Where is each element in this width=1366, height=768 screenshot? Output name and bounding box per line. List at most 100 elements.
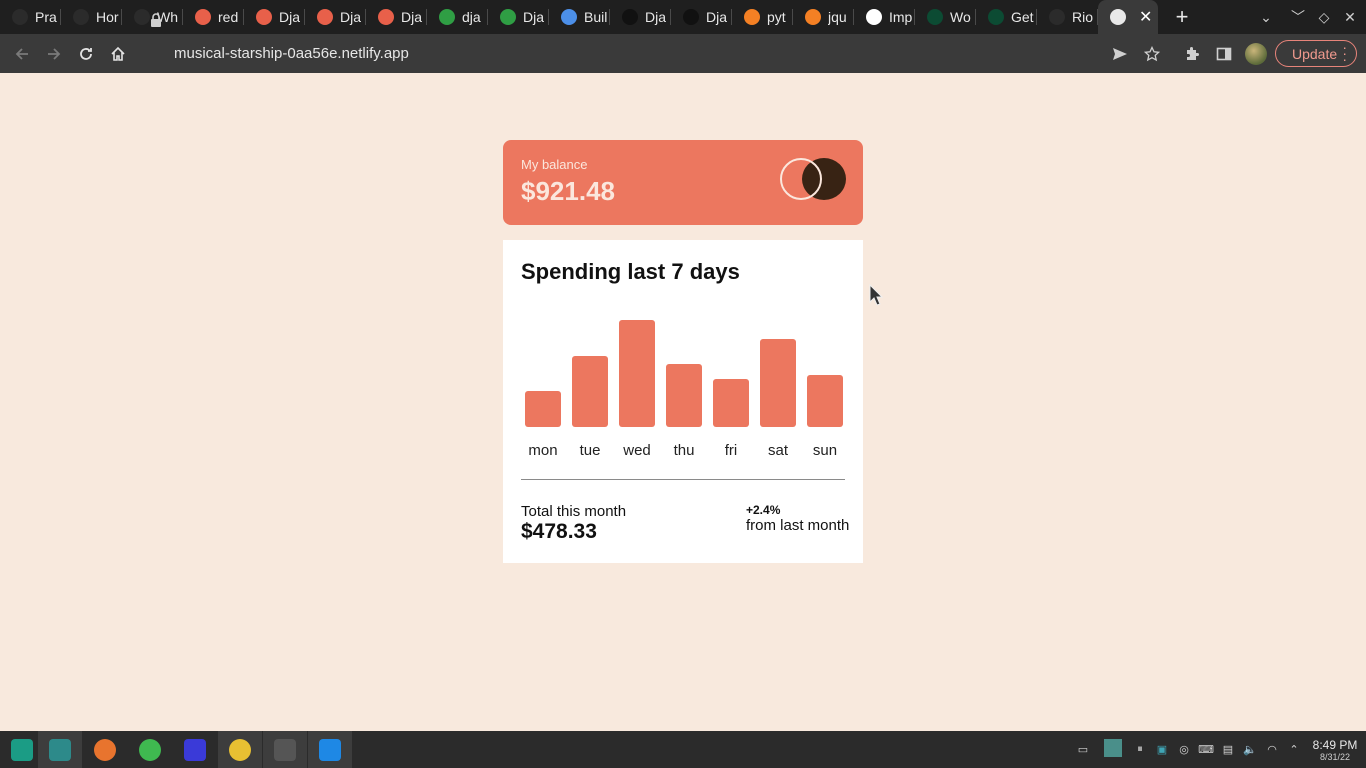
close-tab-icon[interactable]: ✕	[1139, 7, 1152, 27]
taskbar-app[interactable]	[308, 731, 352, 768]
taskbar-app[interactable]	[128, 731, 172, 768]
tray-screen-icon[interactable]: ▭	[1076, 742, 1090, 756]
browser-tab[interactable]: Hor	[61, 0, 122, 34]
bar-fri[interactable]	[713, 379, 749, 427]
back-button[interactable]	[6, 34, 38, 73]
tray-clipboard-icon[interactable]: ▤	[1221, 742, 1235, 756]
balance-value: $921.48	[521, 176, 615, 206]
bar-sun[interactable]	[807, 375, 843, 427]
browser-tab-label: Dja	[523, 9, 545, 25]
bar-label-wed: wed	[623, 442, 651, 459]
browser-tab-label: jqu	[828, 9, 847, 25]
bar-label-mon: mon	[528, 442, 558, 459]
tray-pause-icon[interactable]: ⏸	[1133, 742, 1147, 756]
bar-label-tue: tue	[579, 442, 601, 459]
folder-icon	[378, 9, 394, 25]
bar-wed[interactable]	[619, 320, 655, 427]
new-tab-button[interactable]: +	[1162, 0, 1202, 34]
browser-tab-label: red	[218, 9, 239, 25]
files-icon	[49, 738, 71, 761]
reload-button[interactable]	[70, 34, 102, 73]
browser-tab[interactable]: Buil	[549, 0, 610, 34]
forward-button[interactable]	[38, 34, 70, 73]
stackoverflow-icon	[744, 9, 760, 25]
browser-tab-label: Dja	[340, 9, 362, 25]
close-window-icon[interactable]: ✕	[1337, 0, 1363, 34]
flame-icon	[195, 9, 211, 25]
bar-tue[interactable]	[572, 356, 608, 427]
page-favicon-icon	[1110, 9, 1126, 25]
home-icon	[111, 46, 125, 61]
back-arrow-icon	[15, 47, 28, 60]
minimize-icon[interactable]: ﹀	[1285, 0, 1311, 34]
tray-expand-icon[interactable]: ⌃	[1287, 742, 1301, 756]
clock-time[interactable]: 8:49 PM	[1310, 738, 1360, 752]
update-label: Update	[1292, 45, 1338, 62]
clock-date[interactable]: 8/31/22	[1310, 752, 1360, 762]
home-button[interactable]	[102, 34, 134, 73]
bar-mon[interactable]	[525, 391, 561, 427]
address-bar[interactable]: musical-starship-0aa56e.netlify.app	[174, 34, 409, 73]
bar-label-sat: sat	[767, 442, 788, 459]
browser-tab[interactable]: Dja	[244, 0, 305, 34]
kebab-menu-icon[interactable]: · · ·	[1342, 40, 1347, 66]
tray-terminal-icon[interactable]: ⌨	[1198, 742, 1214, 756]
github-icon	[134, 9, 150, 25]
browser-tab[interactable]: Dja	[305, 0, 366, 34]
browser-tab[interactable]: Rio	[1037, 0, 1098, 34]
firefox-icon	[94, 738, 116, 761]
restore-icon[interactable]: ◇	[1311, 0, 1337, 34]
browser-tab[interactable]: pyt	[732, 0, 793, 34]
extensions-button[interactable]	[1176, 34, 1208, 73]
update-button[interactable]: Update · · ·	[1275, 40, 1357, 67]
bar-thu[interactable]	[666, 364, 702, 427]
reload-icon	[80, 47, 92, 60]
browser-tab[interactable]: Wo	[915, 0, 976, 34]
browser-tab-label: Dja	[645, 9, 667, 25]
chrome-icon	[229, 738, 251, 761]
browser-tab[interactable]: dja	[427, 0, 488, 34]
tray-wifi-icon[interactable]: ◠	[1265, 742, 1279, 756]
vscode-icon	[319, 738, 341, 761]
browser-tab[interactable]: Imp	[854, 0, 915, 34]
browser-tab[interactable]: Pra	[0, 0, 61, 34]
send-icon	[1113, 47, 1127, 60]
send-tab-button[interactable]	[1104, 34, 1136, 73]
bar-sat[interactable]	[760, 339, 796, 427]
taskbar-app[interactable]	[38, 731, 82, 768]
browser-tab-label: Imp	[889, 9, 913, 25]
change-label: from last month	[746, 517, 850, 534]
tab-search-icon[interactable]: ⌄	[1253, 0, 1279, 34]
taskbar-app[interactable]	[83, 731, 127, 768]
browser-tab-label: Hor	[96, 9, 119, 25]
browser-tab-label: dja	[462, 9, 481, 25]
taskbar-app[interactable]	[263, 731, 307, 768]
tray-network-icon[interactable]: ▣	[1155, 742, 1169, 756]
browser-tab[interactable]: Dja	[366, 0, 427, 34]
taskbar-app[interactable]	[218, 731, 262, 768]
folder-icon	[317, 9, 333, 25]
change-percent: +2.4%	[746, 503, 781, 517]
bookmark-button[interactable]	[1136, 34, 1168, 73]
tray-disc-icon[interactable]: ◎	[1177, 742, 1191, 756]
total-month-label: Total this month	[521, 503, 627, 520]
browser-tab[interactable]: jqu	[793, 0, 854, 34]
forward-arrow-icon	[48, 47, 61, 60]
browser-tab[interactable]: Dja	[610, 0, 671, 34]
browser-tab-label: Buil	[584, 9, 608, 25]
tray-workspace-icon[interactable]	[1104, 739, 1122, 757]
side-panel-button[interactable]	[1208, 34, 1240, 73]
browser-tab[interactable]: Get	[976, 0, 1037, 34]
balance-label: My balance	[521, 157, 588, 172]
bar-label-thu: thu	[673, 442, 695, 459]
browser-tab[interactable]: Dja	[488, 0, 549, 34]
browser-tab[interactable]: Dja	[671, 0, 732, 34]
browser-tab[interactable]: red	[183, 0, 244, 34]
lock-icon[interactable]	[150, 13, 162, 27]
puzzle-icon	[1187, 46, 1199, 60]
taskbar-app[interactable]	[173, 731, 217, 768]
tab-active[interactable]: ✕	[1098, 0, 1158, 34]
tray-volume-icon[interactable]: 🔈	[1243, 742, 1257, 756]
mouse-cursor-icon	[869, 284, 883, 306]
profile-avatar[interactable]	[1245, 43, 1267, 65]
